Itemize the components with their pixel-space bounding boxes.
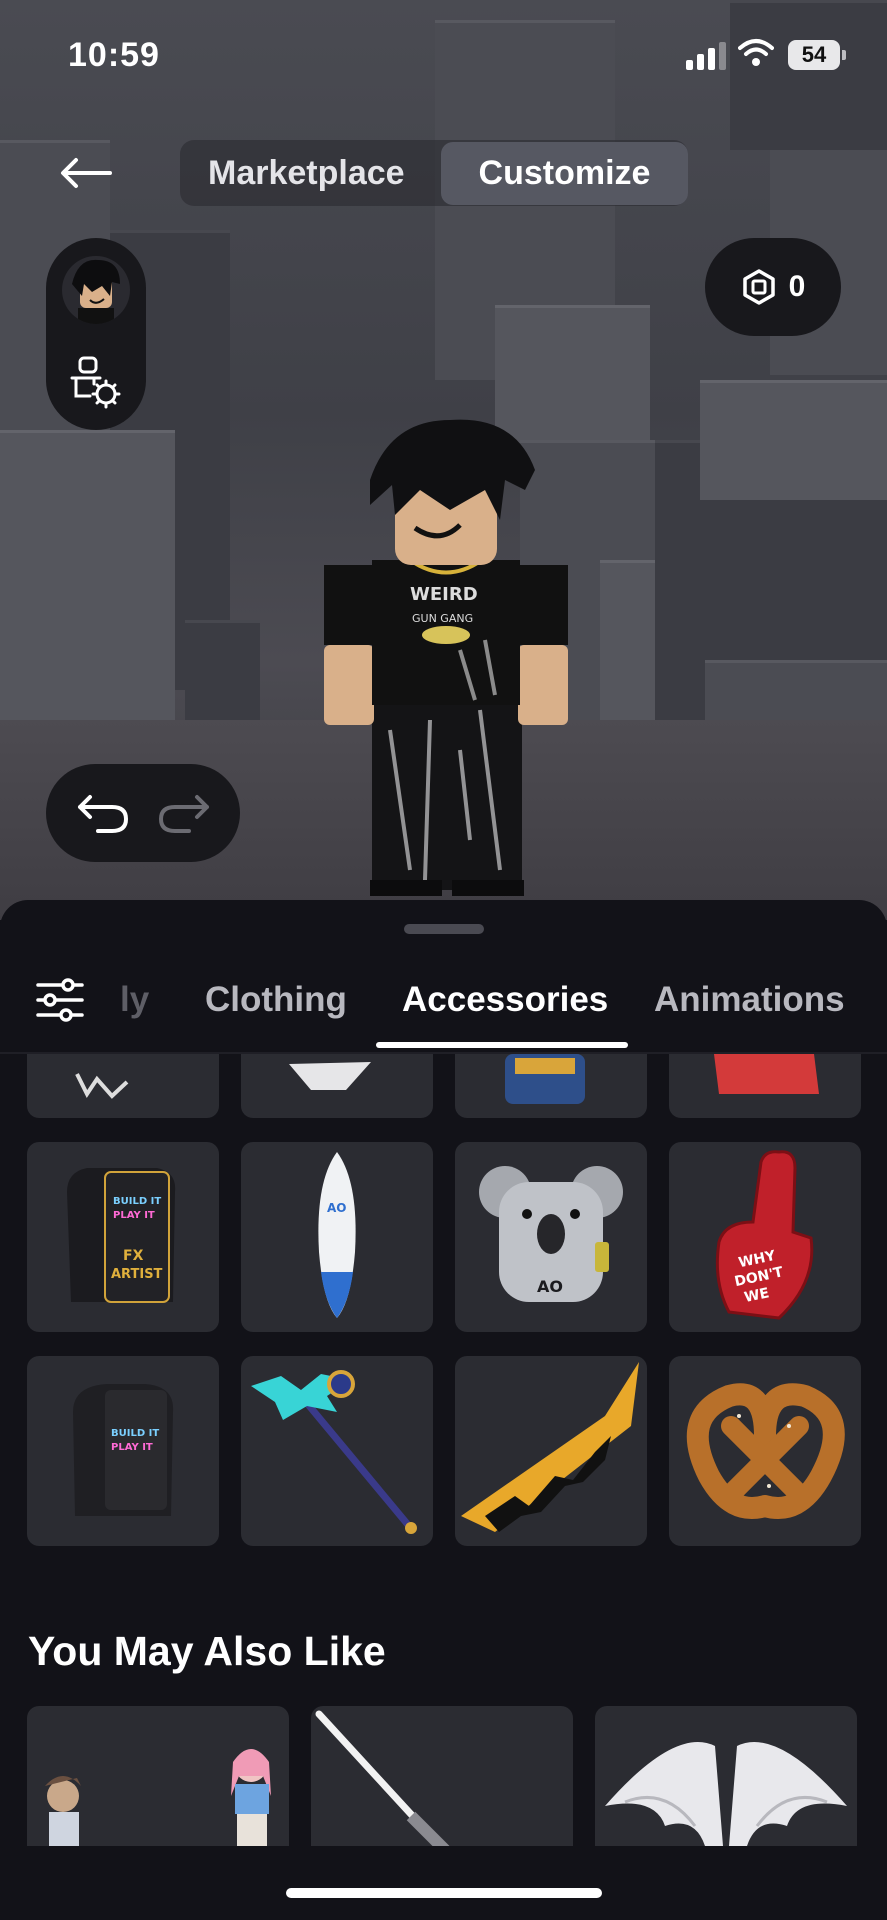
- grid-item[interactable]: [241, 1356, 433, 1546]
- item-image: [289, 1062, 371, 1090]
- wifi-icon: [738, 39, 774, 66]
- scene-block: [700, 380, 887, 500]
- item-image: [75, 1073, 129, 1099]
- grid-item[interactable]: BUILD IT PLAY IT FX ARTIST: [27, 1142, 219, 1332]
- battery-indicator: 54: [788, 40, 846, 70]
- svg-text:GUN GANG: GUN GANG: [412, 612, 473, 625]
- active-tab-indicator: [376, 1042, 628, 1048]
- mode-switcher: Marketplace Customize: [180, 140, 689, 206]
- undo-redo-controls: [46, 764, 240, 862]
- grid-item[interactable]: [241, 1054, 433, 1118]
- svg-text:BUILD IT: BUILD IT: [113, 1196, 161, 1207]
- item-image: [686, 1383, 845, 1519]
- item-image: [505, 1054, 585, 1104]
- avatar-thumbnail[interactable]: [62, 256, 130, 324]
- undo-icon[interactable]: [76, 791, 130, 835]
- grid-item[interactable]: [669, 1356, 861, 1546]
- item-image: AO: [318, 1152, 356, 1318]
- svg-text:PLAY IT: PLAY IT: [111, 1442, 153, 1453]
- back-button[interactable]: [60, 150, 130, 196]
- tab-accessories[interactable]: Accessories: [402, 980, 608, 1020]
- svg-text:AO: AO: [327, 1201, 347, 1215]
- category-tabs: ly Clothing Accessories Animations: [0, 960, 887, 1090]
- recommendation-item[interactable]: [311, 1706, 573, 1846]
- avatar-switcher: [46, 238, 146, 430]
- grid-item[interactable]: [27, 1054, 219, 1118]
- filter-button[interactable]: [36, 978, 84, 1027]
- sliders-filter-icon: [36, 978, 84, 1022]
- avatar-settings-gear-icon: [70, 356, 121, 409]
- recommendation-item[interactable]: [595, 1706, 857, 1846]
- grid-item[interactable]: [455, 1054, 647, 1118]
- item-image: [251, 1370, 417, 1534]
- you-may-also-like-heading: You May Also Like: [28, 1628, 386, 1674]
- avatar-settings-button[interactable]: [66, 354, 126, 415]
- grid-item[interactable]: AO: [241, 1142, 433, 1332]
- item-image: [461, 1362, 639, 1532]
- item-image: [714, 1054, 819, 1094]
- status-bar: 10:59 54: [0, 0, 887, 110]
- grid-item[interactable]: BUILD IT PLAY IT: [27, 1356, 219, 1546]
- home-indicator[interactable]: [286, 1888, 602, 1898]
- item-image: WHY DON'T WE: [715, 1150, 814, 1320]
- status-time: 10:59: [68, 36, 160, 74]
- svg-text:ARTIST: ARTIST: [111, 1267, 163, 1282]
- tab-marketplace[interactable]: Marketplace: [208, 154, 435, 193]
- robux-balance[interactable]: 0: [705, 238, 841, 336]
- item-image: [45, 1749, 271, 1846]
- item-image: BUILD IT PLAY IT: [73, 1384, 174, 1516]
- avatar-headshot: [62, 256, 130, 324]
- scene-block: [0, 430, 175, 760]
- tab-customize[interactable]: Customize: [440, 141, 689, 205]
- recommendation-item[interactable]: [27, 1706, 289, 1846]
- svg-text:FX: FX: [123, 1248, 144, 1264]
- item-image: [605, 1742, 847, 1846]
- robux-hexagon-icon: [742, 269, 775, 305]
- svg-text:WEIRD: WEIRD: [410, 584, 478, 605]
- item-image: [315, 1710, 450, 1846]
- grid-item[interactable]: [455, 1356, 647, 1546]
- customize-sheet: ly Clothing Accessories Animations BUILD…: [0, 900, 887, 1920]
- svg-text:AO: AO: [537, 1277, 563, 1296]
- svg-text:PLAY IT: PLAY IT: [113, 1210, 155, 1221]
- cellular-signal-icon: [686, 42, 726, 70]
- avatar-character: WEIRD GUN GANG: [324, 419, 568, 896]
- tab-animations[interactable]: Animations: [654, 980, 845, 1020]
- item-image: AO: [479, 1166, 623, 1302]
- tab-clothing[interactable]: Clothing: [205, 980, 347, 1020]
- tab-partial[interactable]: ly: [120, 980, 149, 1020]
- robux-amount: 0: [788, 270, 806, 303]
- redo-icon[interactable]: [157, 791, 211, 835]
- grid-item[interactable]: WHY DON'T WE: [669, 1142, 861, 1332]
- arrow-left-icon: [61, 158, 112, 188]
- item-image: BUILD IT PLAY IT FX ARTIST: [67, 1168, 176, 1303]
- grid-item[interactable]: AO: [455, 1142, 647, 1332]
- sheet-drag-handle[interactable]: [404, 924, 484, 934]
- svg-text:BUILD IT: BUILD IT: [111, 1428, 159, 1439]
- grid-item[interactable]: [669, 1054, 861, 1118]
